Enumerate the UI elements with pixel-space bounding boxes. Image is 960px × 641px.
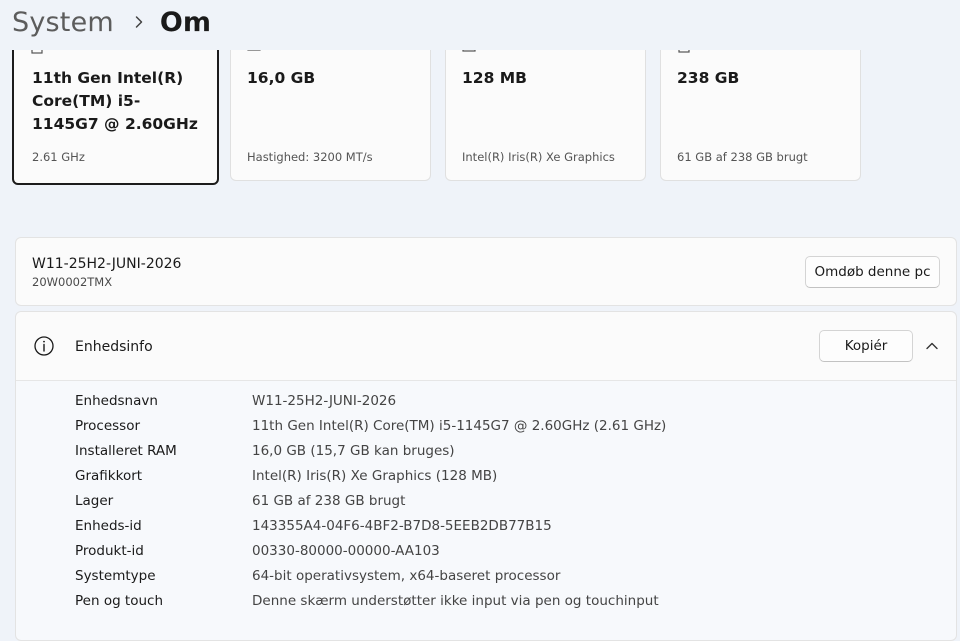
spec-value: Denne skærm understøtter ikke input via …	[252, 593, 659, 609]
spec-card-value: 16,0 GB	[247, 69, 316, 87]
spec-card-value: 11th Gen Intel(R) Core(TM) i5-1145G7 @ 2…	[32, 69, 198, 133]
spec-card-sub: Hastighed: 3200 MT/s	[247, 150, 373, 164]
spec-value: Intel(R) Iris(R) Xe Graphics (128 MB)	[252, 468, 498, 484]
device-name: W11-25H2-JUNI-2026	[32, 256, 182, 272]
chevron-up-icon[interactable]	[921, 338, 943, 354]
spec-card-storage[interactable]: 238 GB 61 GB af 238 GB brugt	[660, 30, 861, 181]
spec-row: Enhedsnavn W11-25H2-JUNI-2026	[16, 389, 956, 414]
device-model: 20W0002TMX	[32, 275, 113, 289]
rename-pc-button[interactable]: Omdøb denne pc	[805, 256, 940, 288]
device-specs-list: Enhedsnavn W11-25H2-JUNI-2026 Processor 11…	[16, 389, 956, 614]
device-info-header[interactable]: Enhedsinfo Kopiér	[16, 312, 956, 381]
spec-row: Produkt-id 00330-80000-00000-AA103	[16, 539, 956, 564]
breadcrumb: System Om	[12, 0, 211, 44]
spec-card-processor[interactable]: 11th Gen Intel(R) Core(TM) i5-1145G7 @ 2…	[12, 30, 219, 185]
spec-label: Produkt-id	[75, 543, 144, 559]
spec-card-sub: 61 GB af 238 GB brugt	[677, 150, 808, 164]
spec-label: Grafikkort	[75, 468, 143, 484]
spec-card-sub: 2.61 GHz	[32, 150, 85, 164]
page-title: Om	[159, 6, 211, 38]
copy-button[interactable]: Kopiér	[819, 330, 913, 362]
spec-label: Processor	[75, 418, 141, 434]
spec-card-ram[interactable]: 16,0 GB Hastighed: 3200 MT/s	[230, 30, 431, 181]
spec-row: Systemtype 64-bit operativsystem, x64-bas…	[16, 564, 956, 589]
spec-value: 61 GB af 238 GB brugt	[252, 493, 406, 509]
spec-label: Enheds-id	[75, 518, 142, 534]
chevron-right-icon	[135, 16, 143, 28]
spec-value: 16,0 GB (15,7 GB kan bruges)	[252, 443, 455, 459]
spec-value: W11-25H2-JUNI-2026	[252, 393, 397, 409]
spec-value: 143355A4-04F6-4BF2-B7D8-5EEB2DB77B15	[252, 518, 552, 534]
spec-label: Installeret RAM	[75, 443, 177, 459]
info-icon	[34, 336, 54, 356]
spec-label: Lager	[75, 493, 114, 509]
spec-row: Grafikkort Intel(R) Iris(R) Xe Graphics (…	[16, 464, 956, 489]
spec-card-value: 128 MB	[462, 69, 527, 87]
spec-row: Processor 11th Gen Intel(R) Core(TM) i5-1…	[16, 414, 956, 439]
spec-value: 00330-80000-00000-AA103	[252, 543, 440, 559]
device-name-panel: W11-25H2-JUNI-2026 20W0002TMX Omdøb denn…	[15, 237, 957, 306]
spec-card-sub: Intel(R) Iris(R) Xe Graphics	[462, 150, 615, 164]
spec-label: Systemtype	[75, 568, 156, 584]
spec-row: Lager 61 GB af 238 GB brugt	[16, 489, 956, 514]
spec-value: 64-bit operativsystem, x64-baseret proce…	[252, 568, 561, 584]
spec-label: Enhedsnavn	[75, 393, 158, 409]
spec-card-value: 238 GB	[677, 69, 740, 87]
breadcrumb-parent[interactable]: System	[12, 7, 114, 38]
spec-label: Pen og touch	[75, 593, 164, 609]
spec-value: 11th Gen Intel(R) Core(TM) i5-1145G7 @ 2…	[252, 418, 667, 434]
spec-row: Pen og touch Denne skærm understøtter ikk…	[16, 589, 956, 614]
spec-row: Installeret RAM 16,0 GB (15,7 GB kan brug…	[16, 439, 956, 464]
device-info-title: Enhedsinfo	[75, 339, 153, 355]
spec-row: Enheds-id 143355A4-04F6-4BF2-B7D8-5EEB2DB…	[16, 514, 956, 539]
spec-card-graphics[interactable]: 128 MB Intel(R) Iris(R) Xe Graphics	[445, 30, 646, 181]
device-info-panel: Enhedsinfo Kopiér Enhedsnavn W11-25H2-JUN…	[15, 311, 957, 641]
